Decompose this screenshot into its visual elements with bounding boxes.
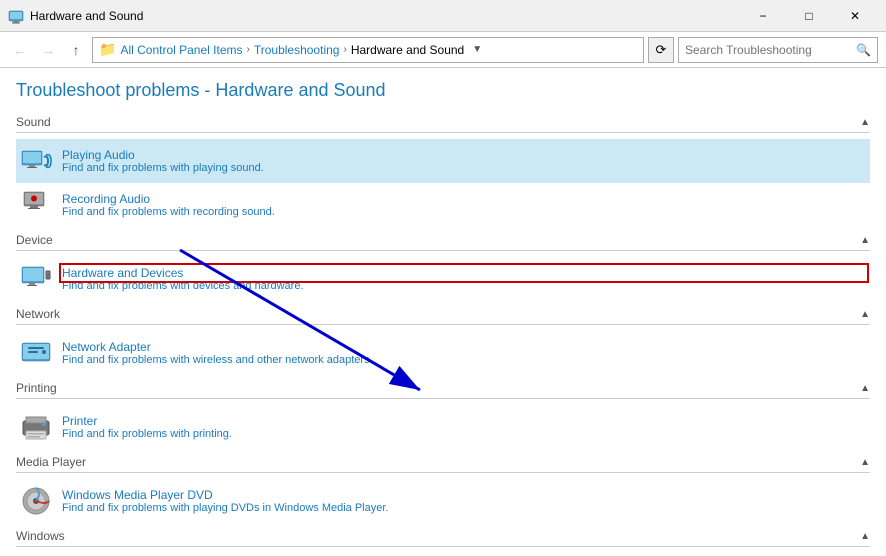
section-collapse-media-player[interactable]: ▲ xyxy=(860,457,870,468)
network-adapter-desc: Find and fix problems with wireless and … xyxy=(62,354,866,366)
section-title-media-player: Media Player xyxy=(16,455,86,469)
title-text: Hardware and Sound xyxy=(30,9,143,23)
minimize-button[interactable]: − xyxy=(740,0,786,32)
network-adapter-text: Network Adapter Find and fix problems wi… xyxy=(62,340,866,366)
playing-audio-text: Playing Audio Find and fix problems with… xyxy=(62,148,866,174)
hardware-devices-desc: Find and fix problems with devices and h… xyxy=(62,280,866,292)
windows-media-player-dvd-desc: Find and fix problems with playing DVDs … xyxy=(62,502,866,514)
section-title-printing: Printing xyxy=(16,381,57,395)
playing-audio-desc: Find and fix problems with playing sound… xyxy=(62,162,866,174)
list-item-windows-media-player-dvd[interactable]: Windows Media Player DVD Find and fix pr… xyxy=(16,479,870,523)
section-collapse-windows[interactable]: ▲ xyxy=(860,531,870,542)
section-header-sound: Sound ▲ xyxy=(16,115,870,133)
title-bar-controls: − □ ✕ xyxy=(740,0,878,32)
up-button[interactable]: ↑ xyxy=(64,38,88,62)
breadcrumb-sep-1: › xyxy=(247,44,250,55)
section-title-sound: Sound xyxy=(16,115,51,129)
playing-audio-title: Playing Audio xyxy=(62,148,866,162)
windows-media-player-dvd-icon xyxy=(20,485,52,517)
section-sound: Sound ▲ Playing Audio Find and fix probl… xyxy=(16,115,870,227)
section-windows: Windows ▲ Windows Store Apps Troubleshoo… xyxy=(16,529,870,556)
search-icon[interactable]: 🔍 xyxy=(856,43,871,57)
recording-audio-icon xyxy=(20,189,52,221)
search-input[interactable] xyxy=(685,43,852,57)
hardware-devices-icon xyxy=(20,263,52,295)
playing-audio-icon xyxy=(20,145,52,177)
title-bar: Hardware and Sound − □ ✕ xyxy=(0,0,886,32)
section-collapse-sound[interactable]: ▲ xyxy=(860,117,870,128)
printer-text: Printer Find and fix problems with print… xyxy=(62,414,866,440)
back-button[interactable]: ← xyxy=(8,38,32,62)
breadcrumb-dropdown-icon[interactable]: ▼ xyxy=(472,44,482,55)
forward-button[interactable]: → xyxy=(36,38,60,62)
section-header-windows: Windows ▲ xyxy=(16,529,870,547)
list-item-printer[interactable]: Printer Find and fix problems with print… xyxy=(16,405,870,449)
section-collapse-network[interactable]: ▲ xyxy=(860,309,870,320)
list-item-recording-audio[interactable]: Recording Audio Find and fix problems wi… xyxy=(16,183,870,227)
section-media-player: Media Player ▲ Windows Media Player DVD … xyxy=(16,455,870,523)
network-adapter-icon xyxy=(20,337,52,369)
printer-desc: Find and fix problems with printing. xyxy=(62,428,866,440)
section-title-windows: Windows xyxy=(16,529,65,543)
printer-icon xyxy=(20,411,52,443)
hardware-devices-text: Hardware and Devices Find and fix proble… xyxy=(62,266,866,292)
breadcrumb-item-all-control-panel[interactable]: All Control Panel Items xyxy=(120,43,242,57)
list-item-playing-audio[interactable]: Playing Audio Find and fix problems with… xyxy=(16,139,870,183)
section-header-device: Device ▲ xyxy=(16,233,870,251)
list-item-network-adapter[interactable]: Network Adapter Find and fix problems wi… xyxy=(16,331,870,375)
windows-media-player-dvd-text: Windows Media Player DVD Find and fix pr… xyxy=(62,488,866,514)
maximize-button[interactable]: □ xyxy=(786,0,832,32)
title-bar-left: Hardware and Sound xyxy=(8,8,143,24)
section-printing: Printing ▲ Printer Find and fix problems… xyxy=(16,381,870,449)
section-header-network: Network ▲ xyxy=(16,307,870,325)
search-box: 🔍 xyxy=(678,37,878,63)
folder-icon: 📁 xyxy=(99,41,116,58)
section-network: Network ▲ Network Adapter Find and fix p… xyxy=(16,307,870,375)
recording-audio-text: Recording Audio Find and fix problems wi… xyxy=(62,192,866,218)
section-collapse-device[interactable]: ▲ xyxy=(860,235,870,246)
section-title-network: Network xyxy=(16,307,60,321)
close-button[interactable]: ✕ xyxy=(832,0,878,32)
breadcrumb-item-current: Hardware and Sound xyxy=(351,43,464,57)
hardware-devices-title: Hardware and Devices xyxy=(62,266,866,280)
section-title-device: Device xyxy=(16,233,53,247)
main-content: Troubleshoot problems - Hardware and Sou… xyxy=(0,68,886,556)
section-header-media-player: Media Player ▲ xyxy=(16,455,870,473)
recording-audio-desc: Find and fix problems with recording sou… xyxy=(62,206,866,218)
breadcrumb: 📁 All Control Panel Items › Troubleshoot… xyxy=(92,37,644,63)
printer-title: Printer xyxy=(62,414,866,428)
section-header-printing: Printing ▲ xyxy=(16,381,870,399)
network-adapter-title: Network Adapter xyxy=(62,340,866,354)
refresh-button[interactable]: ⟳ xyxy=(648,37,674,63)
windows-media-player-dvd-title: Windows Media Player DVD xyxy=(62,488,866,502)
list-item-hardware-devices[interactable]: Hardware and Devices Find and fix proble… xyxy=(16,257,870,301)
section-collapse-printing[interactable]: ▲ xyxy=(860,383,870,394)
app-icon xyxy=(8,8,24,24)
breadcrumb-item-troubleshooting[interactable]: Troubleshooting xyxy=(254,43,340,57)
breadcrumb-sep-2: › xyxy=(343,44,346,55)
section-device: Device ▲ Hardware and Devices Find and f xyxy=(16,233,870,301)
page-title: Troubleshoot problems - Hardware and Sou… xyxy=(16,80,870,101)
recording-audio-title: Recording Audio xyxy=(62,192,866,206)
address-bar: ← → ↑ 📁 All Control Panel Items › Troubl… xyxy=(0,32,886,68)
